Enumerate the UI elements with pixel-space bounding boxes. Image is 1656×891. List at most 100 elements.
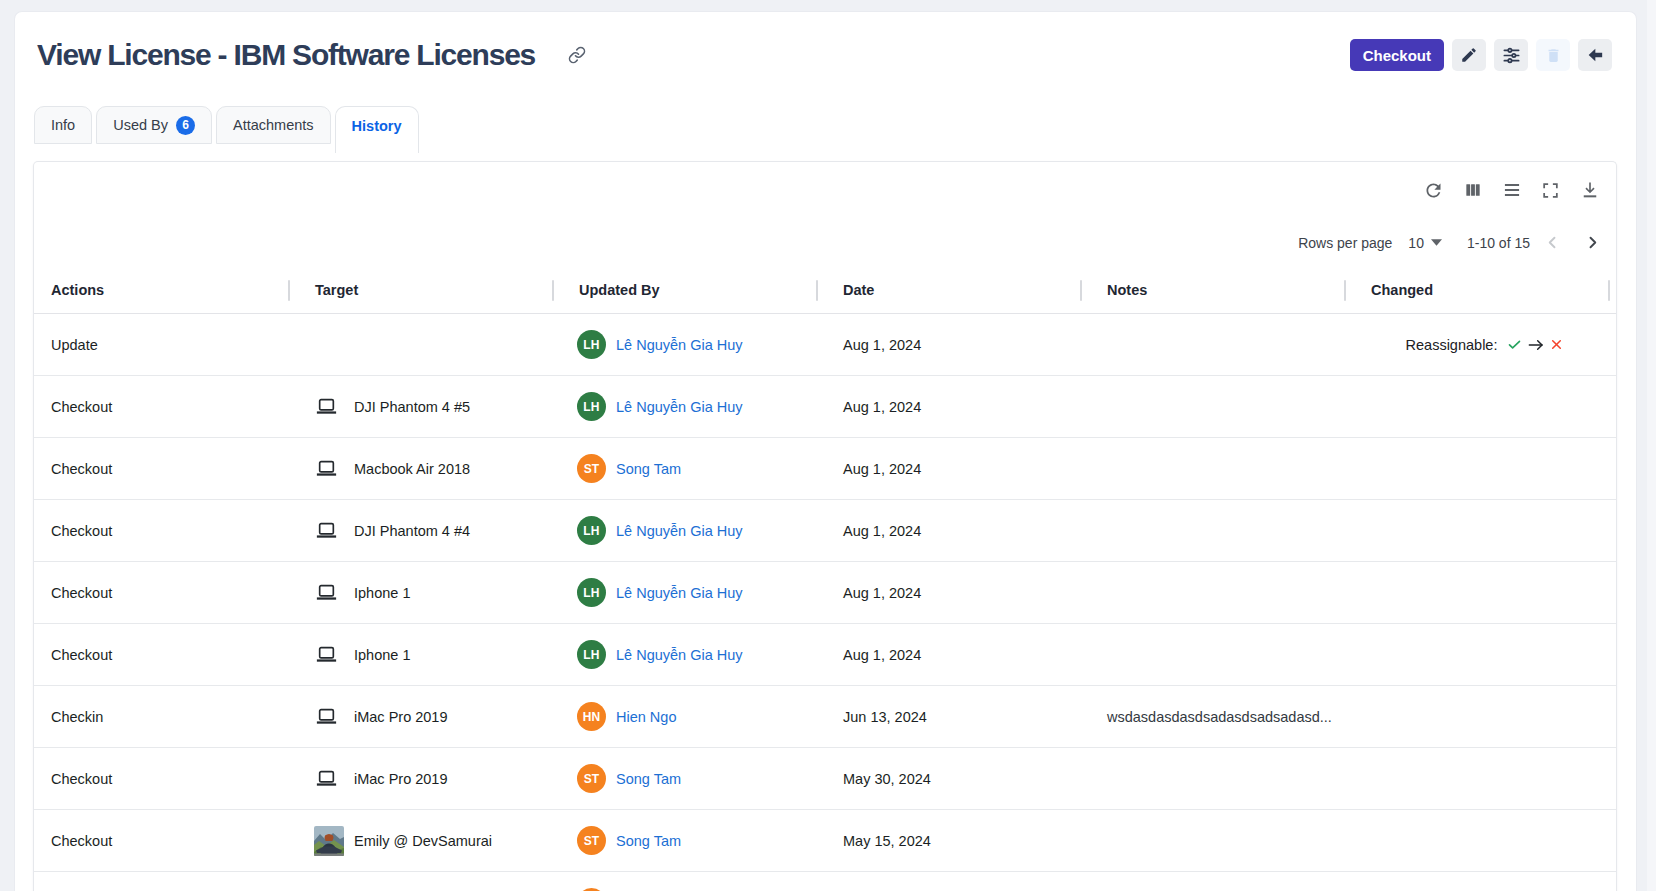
avatar: LH [577, 516, 606, 545]
link-icon[interactable] [568, 46, 586, 64]
download-button[interactable] [1570, 170, 1609, 210]
table-row[interactable]: Checkout DJI Ph [34, 500, 1617, 562]
cell-action: Checkout [34, 771, 298, 787]
cell-action: Checkout [34, 585, 298, 601]
avatar: ST [577, 826, 606, 855]
rows-per-page-select[interactable]: 10 [1408, 235, 1442, 251]
cell-target: DJI Phantom 4 #5 [298, 398, 562, 415]
delete-button [1536, 39, 1570, 71]
user-link[interactable]: Hien Ngo [616, 709, 676, 725]
user-link[interactable]: Lê Nguyễn Gia Huy [616, 399, 743, 415]
avatar: LH [577, 330, 606, 359]
table-row[interactable]: Update [34, 314, 1617, 376]
checkout-button[interactable]: Checkout [1350, 39, 1444, 71]
laptop-icon [316, 770, 337, 787]
column-header-changed[interactable]: Changed [1354, 282, 1617, 298]
column-separator[interactable] [1344, 280, 1346, 301]
column-separator[interactable] [1608, 280, 1610, 301]
cell-updated-by: LH Lê Nguyễn Gia Huy [562, 392, 826, 421]
table-body: Update [34, 314, 1617, 891]
settings-button[interactable] [1494, 39, 1528, 71]
pencil-icon [1460, 46, 1478, 64]
tab-used-by[interactable]: Used By 6 [96, 106, 212, 144]
next-page-button[interactable] [1572, 223, 1612, 263]
cell-action: Update [34, 337, 298, 353]
tab-info[interactable]: Info [34, 106, 92, 144]
column-header-target[interactable]: Target [298, 282, 562, 298]
column-separator[interactable] [288, 280, 290, 301]
column-separator[interactable] [552, 280, 554, 301]
back-button[interactable] [1578, 39, 1612, 71]
cell-target: Iphone 1 [298, 646, 562, 663]
pagination-bar: Rows per page 10 1-10 of 15 [34, 218, 1612, 267]
caret-down-icon [1431, 239, 1442, 246]
user-link[interactable]: Song Tam [616, 461, 681, 477]
fullscreen-button[interactable] [1531, 170, 1570, 210]
column-header-actions[interactable]: Actions [34, 282, 298, 298]
cell-notes: wsdasdasdasdsadasdsadsadasd... [1090, 709, 1354, 725]
user-link[interactable]: Song Tam [616, 833, 681, 849]
chevron-left-icon [1543, 233, 1562, 252]
cell-target: Iphone 1 [298, 584, 562, 601]
column-header-date[interactable]: Date [826, 282, 1090, 298]
cell-updated-by: LH Lê Nguyễn Gia Huy [562, 640, 826, 669]
laptop-icon [316, 584, 337, 601]
cell-action: Checkout [34, 647, 298, 663]
avatar: LH [577, 392, 606, 421]
tab-attachments-label: Attachments [233, 117, 314, 133]
density-button[interactable] [1492, 170, 1531, 210]
column-header-updated-by[interactable]: Updated By [562, 282, 826, 298]
history-table-card: Rows per page 10 1-10 of 15 Actions [33, 161, 1617, 891]
avatar: LH [577, 578, 606, 607]
column-separator[interactable] [1080, 280, 1082, 301]
user-link[interactable]: Lê Nguyễn Gia Huy [616, 647, 743, 663]
page-title: View License - IBM Software Licenses [37, 38, 535, 72]
tab-attachments[interactable]: Attachments [216, 106, 331, 144]
table-row[interactable] [34, 872, 1617, 891]
table-row[interactable]: Checkout Iphone [34, 624, 1617, 686]
cell-date: Aug 1, 2024 [826, 523, 1090, 539]
tab-bar: Info Used By 6 Attachments History [34, 106, 419, 153]
chevron-right-icon [1583, 233, 1602, 252]
avatar: ST [577, 454, 606, 483]
grid-toolbar [34, 162, 1609, 218]
cell-target: iMac Pro 2019 [298, 708, 562, 725]
user-link[interactable]: Song Tam [616, 771, 681, 787]
tab-used-by-label: Used By [113, 117, 168, 133]
cell-action: Checkout [34, 461, 298, 477]
table-row[interactable]: Checkin iMac Pr [34, 686, 1617, 748]
cell-date: Aug 1, 2024 [826, 461, 1090, 477]
cell-date: Jun 13, 2024 [826, 709, 1090, 725]
changed-label: Reassignable: [1406, 337, 1498, 353]
cell-action: Checkout [34, 399, 298, 415]
table-row[interactable]: Checkout DJI Ph [34, 376, 1617, 438]
refresh-button[interactable] [1414, 170, 1453, 210]
used-by-count-badge: 6 [176, 116, 195, 135]
cell-updated-by: LH Lê Nguyễn Gia Huy [562, 516, 826, 545]
user-link[interactable]: Lê Nguyễn Gia Huy [616, 523, 743, 539]
user-link[interactable]: Lê Nguyễn Gia Huy [616, 337, 743, 353]
table-row[interactable]: Checkout Emily [34, 810, 1617, 872]
cell-date: Aug 1, 2024 [826, 647, 1090, 663]
columns-icon [1463, 180, 1483, 200]
table-row[interactable]: Checkout Macboo [34, 438, 1617, 500]
trash-icon [1545, 47, 1562, 64]
column-separator[interactable] [816, 280, 818, 301]
download-icon [1580, 180, 1600, 200]
tab-history[interactable]: History [335, 106, 419, 153]
laptop-icon [316, 646, 337, 663]
arrow-right-icon [1528, 338, 1544, 352]
edit-button[interactable] [1452, 39, 1486, 71]
column-header-notes[interactable]: Notes [1090, 282, 1354, 298]
tab-info-label: Info [51, 117, 75, 133]
cell-target: Macbook Air 2018 [298, 460, 562, 477]
refresh-icon [1423, 180, 1444, 201]
laptop-icon [316, 460, 337, 477]
pagination-range-label: 1-10 of 15 [1467, 235, 1530, 251]
rows-per-page-label: Rows per page [1298, 235, 1392, 251]
table-row[interactable]: Checkout iMac P [34, 748, 1617, 810]
columns-button[interactable] [1453, 170, 1492, 210]
user-link[interactable]: Lê Nguyễn Gia Huy [616, 585, 743, 601]
table-row[interactable]: Checkout Iphone [34, 562, 1617, 624]
cell-action: Checkin [34, 709, 298, 725]
